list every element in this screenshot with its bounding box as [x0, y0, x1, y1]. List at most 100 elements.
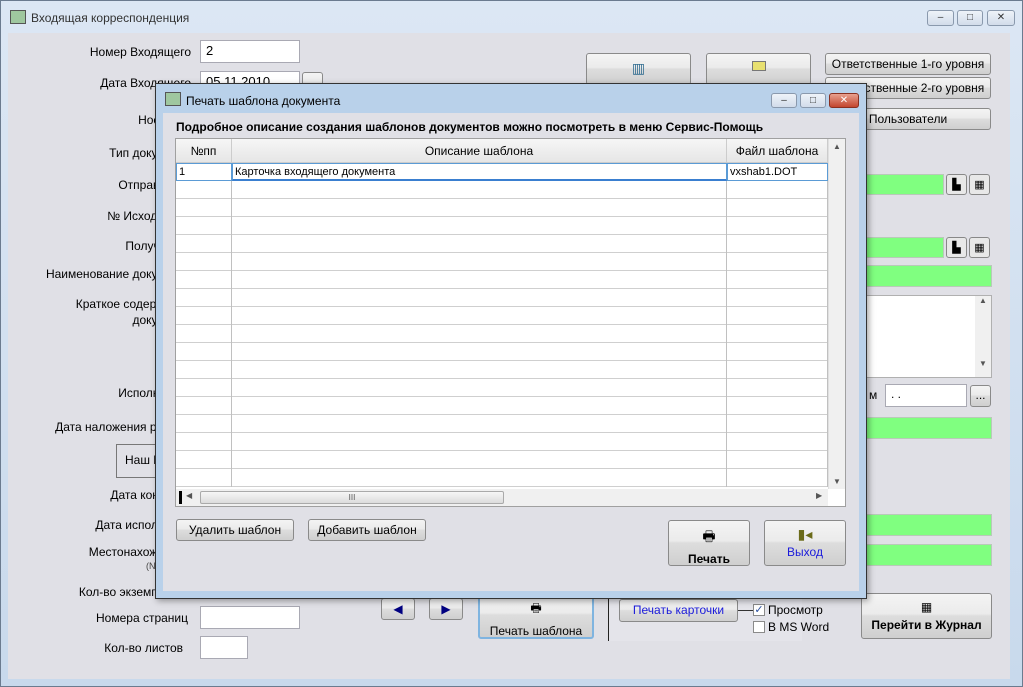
cell-file[interactable] — [727, 307, 828, 325]
cell-number[interactable] — [176, 469, 232, 487]
cell-number[interactable] — [176, 307, 232, 325]
scroll-thumb[interactable]: III — [200, 491, 504, 504]
cell-number[interactable] — [176, 361, 232, 379]
table-row[interactable]: 1 Карточка входящего документа vxshab1.DOT — [176, 163, 828, 181]
table-row[interactable] — [176, 469, 828, 487]
cell-file[interactable] — [727, 469, 828, 487]
cell-file[interactable] — [727, 253, 828, 271]
preview-checkbox[interactable]: ✓ — [753, 604, 765, 616]
cell-file[interactable] — [727, 433, 828, 451]
scroll-up-icon[interactable]: ▲ — [829, 142, 845, 151]
cell-description[interactable] — [232, 361, 727, 379]
dialog-maximize-button[interactable]: □ — [800, 93, 826, 108]
cell-number[interactable] — [176, 379, 232, 397]
cell-file[interactable] — [727, 379, 828, 397]
sheets-input[interactable] — [200, 636, 248, 659]
cell-number[interactable] — [176, 289, 232, 307]
table-row[interactable] — [176, 271, 828, 289]
summary-scrollbar[interactable]: ▲ ▼ — [975, 296, 991, 377]
table-row[interactable] — [176, 397, 828, 415]
table-row[interactable] — [176, 307, 828, 325]
reference-books-button[interactable]: ▥ — [586, 53, 691, 85]
cell-file[interactable] — [727, 451, 828, 469]
cell-description[interactable] — [232, 343, 727, 361]
cell-description[interactable] — [232, 397, 727, 415]
cell-number[interactable] — [176, 253, 232, 271]
open-folder-button[interactable] — [706, 53, 811, 85]
table-row[interactable] — [176, 379, 828, 397]
cell-number[interactable] — [176, 415, 232, 433]
scroll-right-icon[interactable]: ▶ — [816, 491, 822, 500]
cell-number[interactable] — [176, 325, 232, 343]
minimize-button[interactable]: – — [927, 10, 954, 26]
cell-file[interactable] — [727, 415, 828, 433]
cell-description[interactable] — [232, 415, 727, 433]
print-button[interactable]: 🖶 Печать — [668, 520, 750, 566]
responsible-level1-button[interactable]: Ответственные 1-го уровня — [825, 53, 991, 75]
dialog-close-button[interactable]: ✕ — [829, 93, 859, 108]
table-row[interactable] — [176, 415, 828, 433]
date-m-picker-button[interactable]: ... — [970, 385, 991, 407]
column-header-file[interactable]: Файл шаблона — [727, 139, 828, 163]
table-row[interactable] — [176, 325, 828, 343]
cell-description[interactable]: Карточка входящего документа — [232, 163, 727, 181]
table-row[interactable] — [176, 451, 828, 469]
cell-number[interactable] — [176, 343, 232, 361]
sender-table-icon[interactable]: ▦ — [969, 174, 990, 195]
number-input[interactable]: 2 — [200, 40, 300, 63]
location-field[interactable] — [851, 544, 992, 566]
cell-file[interactable] — [727, 289, 828, 307]
resolution-field[interactable] — [851, 417, 992, 439]
table-row[interactable] — [176, 235, 828, 253]
pages-input[interactable] — [200, 606, 300, 629]
cell-file[interactable] — [727, 235, 828, 253]
cell-number[interactable] — [176, 271, 232, 289]
delete-template-button[interactable]: Удалить шаблон — [176, 519, 294, 541]
recipient-lookup-icon[interactable]: ▙ — [946, 237, 967, 258]
go-to-journal-button[interactable]: ▦ Перейти в Журнал — [861, 593, 992, 639]
scroll-left-icon[interactable]: ◀ — [186, 491, 192, 500]
cell-description[interactable] — [232, 451, 727, 469]
cell-file[interactable] — [727, 361, 828, 379]
cell-number[interactable] — [176, 433, 232, 451]
cell-description[interactable] — [232, 469, 727, 487]
scroll-down-icon[interactable]: ▼ — [829, 477, 845, 486]
vertical-scrollbar[interactable]: ▲ ▼ — [828, 139, 845, 489]
cell-number[interactable] — [176, 451, 232, 469]
cell-description[interactable] — [232, 307, 727, 325]
cell-file[interactable] — [727, 325, 828, 343]
horizontal-scrollbar[interactable]: ◀ III ▶ — [176, 489, 828, 506]
cell-description[interactable] — [232, 271, 727, 289]
table-row[interactable] — [176, 199, 828, 217]
column-header-description[interactable]: Описание шаблона — [232, 139, 727, 163]
exec-date-field[interactable] — [851, 514, 992, 536]
sender-lookup-icon[interactable]: ▙ — [946, 174, 967, 195]
recipient-table-icon[interactable]: ▦ — [969, 237, 990, 258]
column-header-number[interactable]: №пп — [176, 139, 232, 163]
table-row[interactable] — [176, 343, 828, 361]
table-row[interactable] — [176, 289, 828, 307]
maximize-button[interactable]: □ — [957, 10, 983, 26]
cell-number[interactable] — [176, 199, 232, 217]
cell-description[interactable] — [232, 289, 727, 307]
cell-description[interactable] — [232, 433, 727, 451]
cell-file[interactable] — [727, 397, 828, 415]
add-template-button[interactable]: Добавить шаблон — [308, 519, 426, 541]
cell-file[interactable] — [727, 271, 828, 289]
cell-file[interactable] — [727, 343, 828, 361]
cell-description[interactable] — [232, 253, 727, 271]
ms-word-checkbox[interactable] — [753, 621, 765, 633]
cell-file[interactable] — [727, 181, 828, 199]
doc-name-field[interactable] — [851, 265, 992, 287]
next-record-button[interactable]: ▶ — [429, 598, 463, 620]
cell-description[interactable] — [232, 325, 727, 343]
cell-description[interactable] — [232, 199, 727, 217]
cell-description[interactable] — [232, 181, 727, 199]
print-card-button[interactable]: Печать карточки — [619, 599, 738, 622]
table-row[interactable] — [176, 433, 828, 451]
cell-description[interactable] — [232, 379, 727, 397]
cell-number[interactable]: 1 — [176, 163, 232, 181]
date-m-input[interactable]: . . — [885, 384, 967, 407]
cell-file[interactable]: vxshab1.DOT — [727, 163, 828, 181]
cell-number[interactable] — [176, 235, 232, 253]
